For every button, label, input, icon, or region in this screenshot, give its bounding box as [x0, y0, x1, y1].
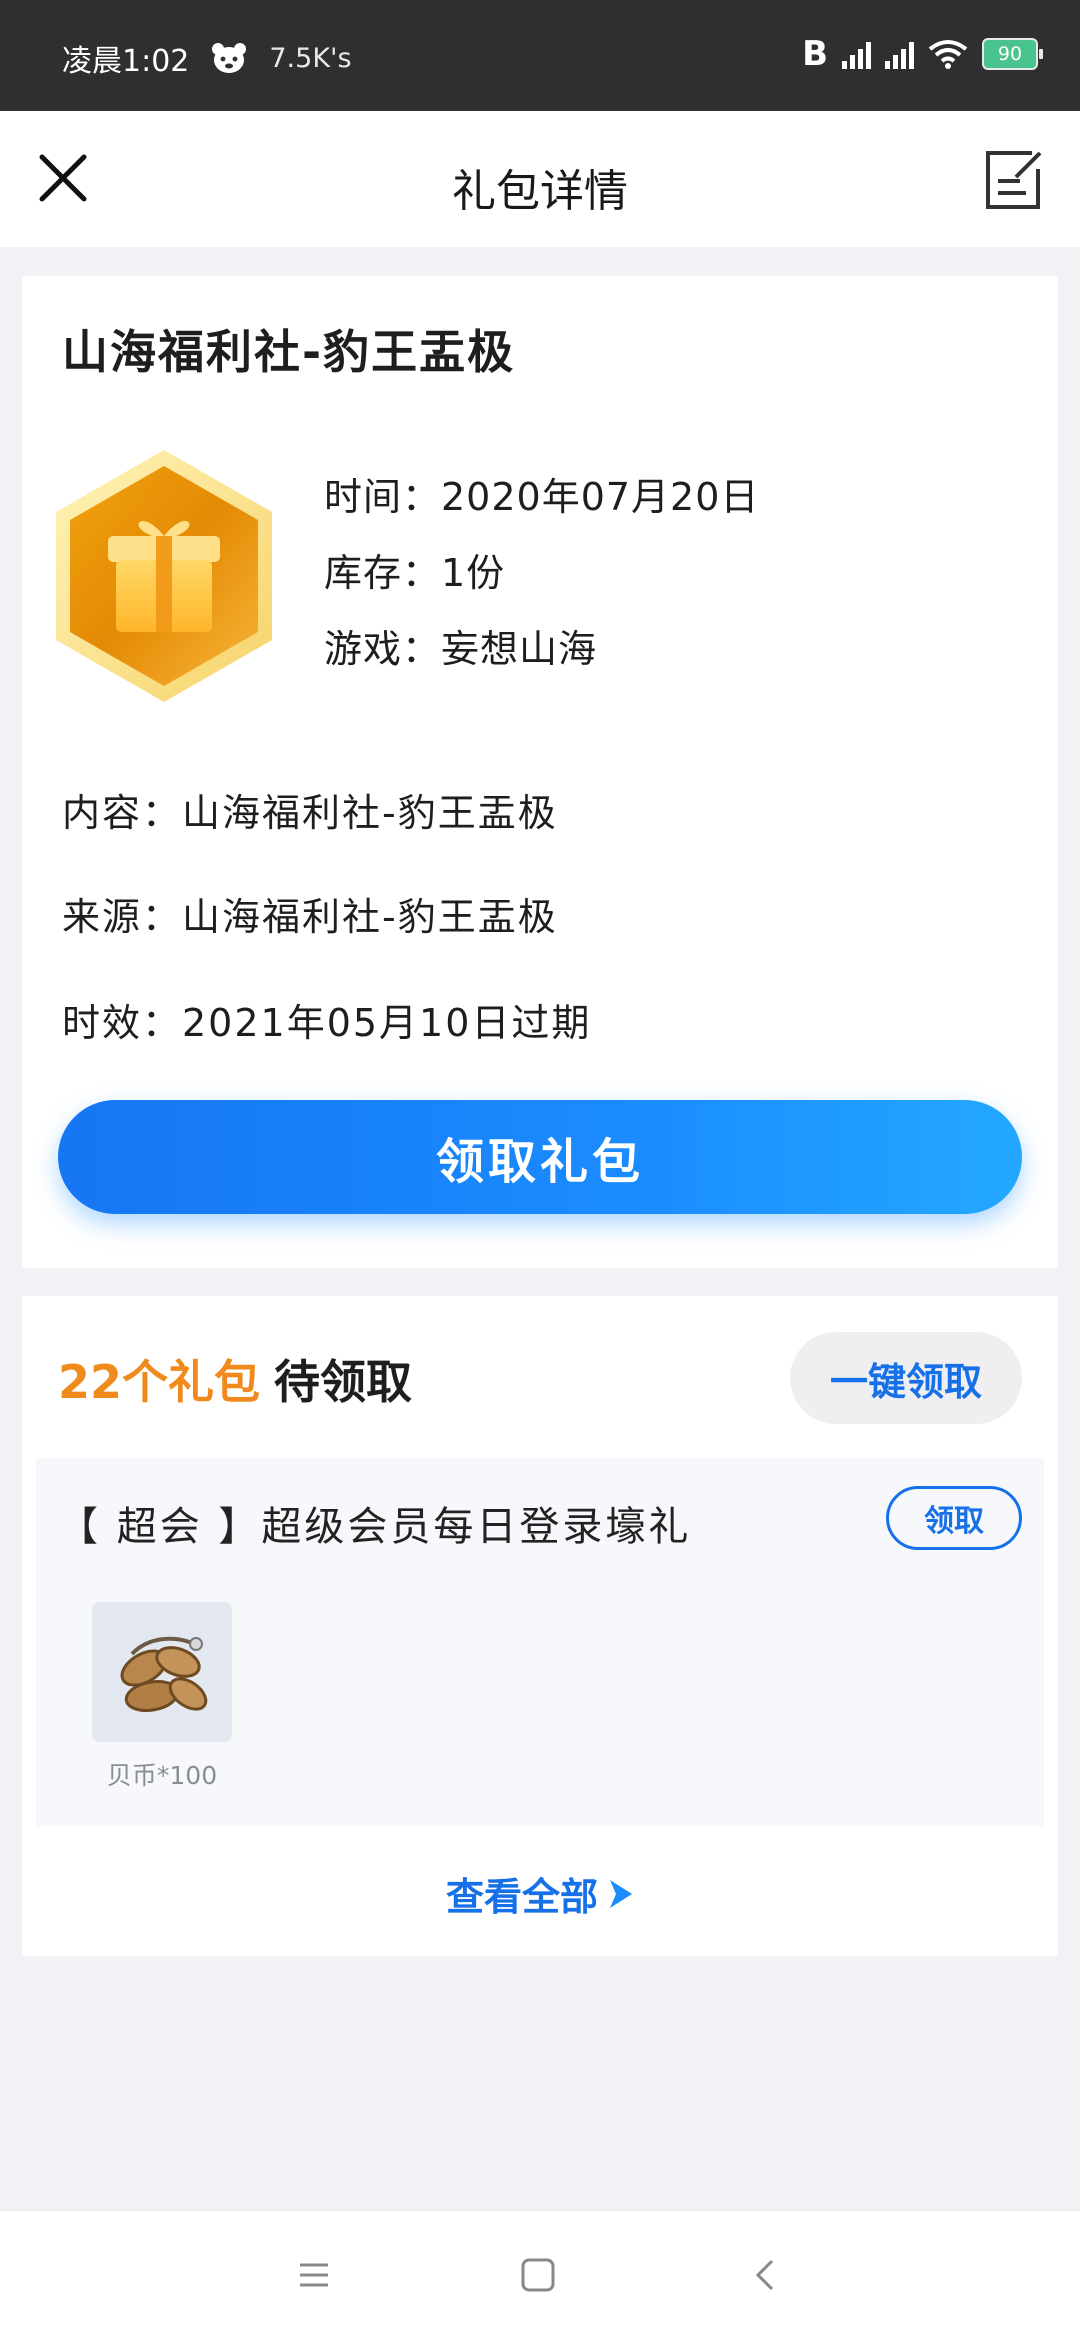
bluetooth-icon: B — [802, 34, 828, 74]
bear-icon — [212, 43, 247, 73]
chevron-right-icon — [610, 1879, 632, 1908]
home-icon[interactable] — [520, 2257, 556, 2293]
wifi-icon — [928, 40, 968, 69]
gift-title: 山海福利社-豹王盂极 — [62, 325, 516, 379]
claim-gift-button[interactable]: 领取礼包 — [58, 1100, 1022, 1214]
battery-level: 90 — [997, 43, 1023, 65]
gift-time: 时间：2020年07月20日 — [324, 475, 760, 519]
back-icon[interactable] — [748, 2257, 784, 2293]
gift-source: 来源：山海福利社-豹王盂极 — [62, 895, 558, 939]
edit-note-icon[interactable] — [982, 149, 1044, 211]
view-all-label: 查看全部 — [445, 1875, 598, 1919]
menu-icon[interactable] — [296, 2257, 332, 2293]
reward-icon — [92, 1602, 232, 1742]
app-header: 礼包详情 — [0, 111, 1080, 247]
network-speed: 7.5K's — [269, 42, 352, 74]
status-time: 凌晨1:02 — [62, 44, 190, 79]
one-click-claim-button[interactable]: 一键领取 — [790, 1332, 1022, 1424]
gift-item-title: 【 超会 】超级会员每日登录壕礼 — [58, 1504, 692, 1550]
gift-content: 内容：山海福利社-豹王盂极 — [62, 791, 558, 835]
battery-icon: 90 — [982, 38, 1043, 70]
pending-gifts-card: 22个礼包 待领取 一键领取 【 超会 】超级会员每日登录壕礼 领取 贝币*100… — [22, 1296, 1058, 1956]
gift-stock: 库存：1份 — [324, 551, 506, 595]
reward-label: 贝币*100 — [106, 1761, 218, 1790]
status-bar: 凌晨1:02 7.5K's B 90 — [0, 0, 1080, 111]
pending-heading: 22个礼包 待领取 — [58, 1346, 412, 1412]
page-title: 礼包详情 — [452, 166, 628, 217]
gift-badge-icon — [56, 450, 272, 702]
view-all-link[interactable]: 查看全部 — [22, 1866, 1058, 1921]
beans-icon — [120, 1636, 208, 1713]
gift-item-claim-button[interactable]: 领取 — [886, 1486, 1022, 1550]
gift-expiry: 时效：2021年05月10日过期 — [62, 1001, 592, 1045]
pending-label: 待领取 — [274, 1355, 413, 1409]
signal-icon-2 — [885, 39, 914, 69]
gift-item: 【 超会 】超级会员每日登录壕礼 领取 贝币*100 — [36, 1458, 1044, 1826]
gift-detail-card: 山海福利社-豹王盂极 时间：2020年07月20日 库存：1份 游戏：妄想山海 … — [22, 276, 1058, 1268]
pending-count: 22个礼包 — [58, 1355, 261, 1409]
signal-icon — [842, 39, 871, 69]
system-nav-bar — [0, 2210, 1080, 2341]
gift-game: 游戏：妄想山海 — [324, 627, 598, 671]
